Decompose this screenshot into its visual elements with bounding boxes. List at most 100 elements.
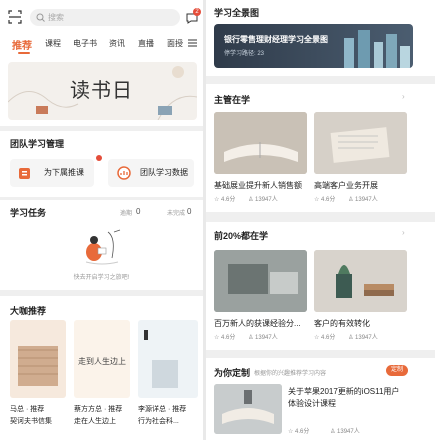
custom-subtitle: 根据你的兴趣推荐学习内容	[254, 371, 327, 377]
book-cover-2-text: 走到人生边上	[78, 357, 126, 366]
top20-course-2-name[interactable]: 客户的有效转化	[314, 318, 370, 329]
panorama-card[interactable]: 银行零售理财经理学习全景图 停学习路径: 23	[214, 24, 413, 68]
city-illustration	[344, 30, 410, 68]
custom-course-people: ♙ 13947人	[330, 429, 360, 435]
assign-course-label: 为下属推课	[44, 168, 84, 177]
search-input[interactable]: 搜索	[30, 9, 180, 26]
reading-day-banner[interactable]: 读书日	[8, 62, 197, 120]
custom-title: 为你定制	[214, 368, 251, 378]
people-value: 13947人	[337, 429, 360, 435]
custom-course-name-line1[interactable]: 关于苹果2017更新的iOS11用户	[288, 386, 399, 397]
people-value: 13947人	[255, 197, 278, 203]
score-value: 4.6分	[321, 197, 336, 203]
assign-badge-dot	[96, 155, 102, 161]
tab-live[interactable]: 直播	[138, 38, 154, 49]
manager-more-icon[interactable]: ›	[402, 92, 405, 101]
top20-course-1-name[interactable]: 百万新人的获课经验分...	[214, 318, 301, 329]
team-data-label: 团队学习数据	[140, 168, 188, 177]
open-book-image	[214, 112, 307, 174]
tab-ebooks[interactable]: 电子书	[73, 38, 97, 49]
bigshot-3-book: 行为社会科...	[138, 418, 179, 425]
bigshot-1-book: 契诃夫书信集	[10, 418, 52, 425]
scan-icon[interactable]	[8, 10, 22, 24]
manager-course-2-image[interactable]	[314, 112, 407, 174]
manager-course-2-people: ♙ 13947人	[348, 197, 378, 203]
top20-course-2-image[interactable]	[314, 250, 407, 312]
book-cover-3[interactable]	[138, 320, 198, 398]
panorama-title: 学习全景图	[214, 8, 260, 18]
menu-icon[interactable]	[188, 39, 197, 47]
reading-person-image	[314, 112, 407, 174]
score-value: 4.6分	[221, 197, 236, 203]
tab-recommend[interactable]: 推荐	[12, 37, 32, 52]
reading-book-image	[214, 384, 282, 434]
manager-title: 主管在学	[214, 95, 251, 105]
plant-books-image	[314, 250, 407, 312]
team-section-title: 团队学习管理	[10, 139, 65, 149]
tab-courses[interactable]: 课程	[45, 38, 61, 49]
reading-illustration	[85, 229, 121, 265]
top20-course-1-score: ☆ 4.6分	[214, 335, 236, 341]
assign-course-button[interactable]: 为下属推课	[10, 159, 94, 187]
bigshot-2-book: 走在人生边上	[74, 418, 116, 425]
chart-badge-icon	[117, 166, 131, 180]
category-tabs: 推荐 课程 电子书 资讯 直播 面授	[8, 38, 203, 54]
manager-section: 主管在学 › 基础展业提升新人销售额 高端客户业务开展 ☆ 4.6分 ♙ 139…	[206, 84, 435, 212]
tasks-empty-text: 快去开启学习之旅吧!	[73, 275, 130, 281]
panorama-card-sub: 停学习路径: 23	[224, 51, 265, 57]
manager-course-2-name[interactable]: 高端客户业务开展	[314, 180, 378, 191]
custom-badge[interactable]: 定制	[386, 365, 408, 376]
notification-badge: 2	[193, 8, 201, 16]
people-value: 13947人	[255, 335, 278, 341]
custom-course-name-line2[interactable]: 体验设计课程	[288, 398, 336, 409]
overdue-label: 逾期	[120, 211, 133, 217]
bigshot-2-who: 蔡方方总 · 推荐	[74, 406, 123, 413]
active-tab-indicator	[18, 52, 30, 54]
tab-offline[interactable]: 面授	[167, 38, 183, 49]
people-value: 13947人	[355, 335, 378, 341]
top20-course-1-image[interactable]	[214, 250, 307, 312]
people-value: 13947人	[355, 197, 378, 203]
unfinished-label: 未完成	[167, 211, 186, 217]
banner-title: 读书日	[70, 78, 133, 102]
score-value: 4.6分	[295, 429, 310, 435]
manager-course-1-image[interactable]	[214, 112, 307, 174]
custom-course-image[interactable]	[214, 384, 282, 434]
search-icon	[36, 13, 45, 22]
book-cover-1-art	[18, 346, 58, 386]
manager-course-1-people: ♙ 13947人	[248, 197, 278, 203]
manager-course-1-name[interactable]: 基础展业提升新人销售额	[214, 180, 302, 191]
bigshot-1-who: 马总 · 推荐	[10, 406, 45, 413]
custom-course-score: ☆ 4.6分	[288, 429, 310, 435]
unfinished-count: 0	[187, 207, 192, 216]
team-data-button[interactable]: 团队学习数据	[108, 159, 194, 187]
team-management-section: 团队学习管理 为下属推课 团队学习数据	[0, 131, 203, 197]
manager-course-1-score: ☆ 4.6分	[214, 197, 236, 203]
tab-news[interactable]: 资讯	[109, 38, 125, 49]
tasks-section: 学习任务 逾期 0 未完成 0 快去开启学习之旅吧!	[0, 200, 203, 290]
overdue-count: 0	[136, 207, 141, 216]
top-header: 搜索 2 推荐 课程 电子书 资讯 直播 面授	[0, 0, 203, 58]
top20-title: 前20%都在学	[214, 231, 269, 241]
custom-section: 为你定制 根据你的兴趣推荐学习内容 定制 关于苹果2017更新的iOS11用户 …	[206, 358, 435, 440]
manager-course-2-score: ☆ 4.6分	[314, 197, 336, 203]
tasks-title: 学习任务	[10, 208, 47, 218]
search-placeholder: 搜索	[48, 13, 64, 22]
book-cover-2[interactable]: 走到人生边上	[74, 320, 130, 398]
bigshot-3-who: 李源详总 · 推荐	[138, 406, 187, 413]
left-screen: 搜索 2 推荐 课程 电子书 资讯 直播 面授 读书日 团队学习管理 为下属推课…	[0, 0, 203, 440]
clipboard-icon	[19, 168, 30, 179]
book-cover-3-art	[144, 330, 178, 388]
top20-course-1-people: ♙ 13947人	[248, 335, 278, 341]
banner-section: 读书日	[0, 58, 203, 126]
bigshot-title: 大咖推荐	[10, 306, 47, 316]
panorama-card-title: 银行零售理财经理学习全景图	[224, 35, 328, 44]
top20-course-2-score: ☆ 4.6分	[314, 335, 336, 341]
top20-more-icon[interactable]: ›	[402, 228, 405, 237]
panorama-section: 学习全景图 银行零售理财经理学习全景图 停学习路径: 23	[206, 0, 435, 76]
score-value: 4.6分	[221, 335, 236, 341]
top20-course-2-people: ♙ 13947人	[348, 335, 378, 341]
book-cover-1[interactable]	[10, 320, 66, 398]
right-screen: 学习全景图 银行零售理财经理学习全景图 停学习路径: 23 主管在学 › 基础展…	[206, 0, 435, 440]
stationery-image	[214, 250, 307, 312]
